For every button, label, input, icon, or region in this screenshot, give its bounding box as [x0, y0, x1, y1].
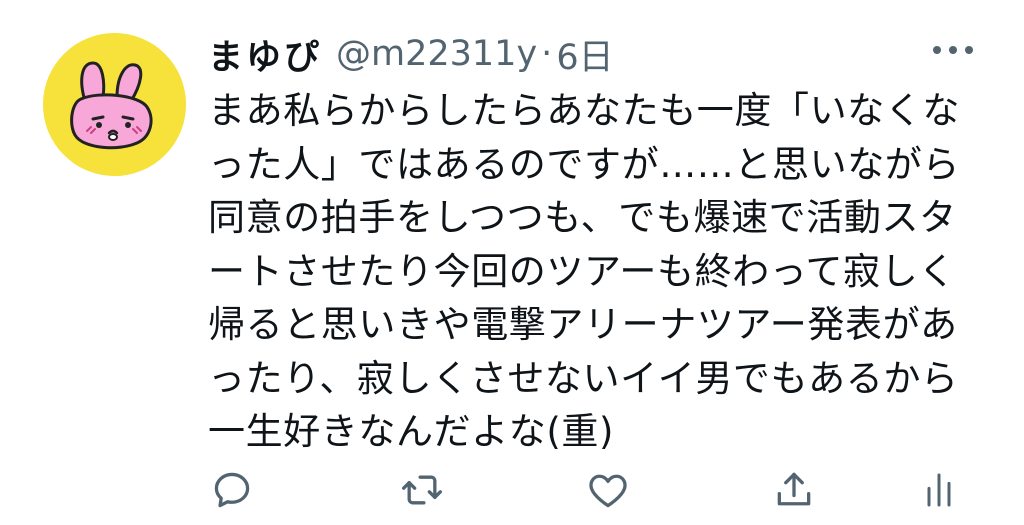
tweet-text-line: ったり、寂しくさせないイイ男でもあるから — [208, 356, 959, 400]
like-icon — [589, 474, 627, 508]
display-name[interactable]: まゆぴ — [208, 29, 322, 80]
user-handle[interactable]: @m22311y — [336, 34, 537, 74]
more-dots-icon — [933, 46, 973, 54]
reply-button[interactable] — [208, 466, 256, 514]
tweet-text-line: 帰ると思いきや電撃アリーナツアー発表があ — [208, 303, 958, 346]
share-icon — [777, 472, 811, 506]
views-button[interactable] — [915, 466, 963, 514]
retweet-button[interactable] — [398, 466, 446, 514]
separator: · — [541, 34, 553, 74]
tweet-text-line: 一生好きなんだよな(重) — [208, 410, 615, 453]
more-options-button[interactable] — [928, 30, 978, 70]
timestamp[interactable]: 6日 — [556, 29, 613, 80]
avatar[interactable] — [43, 33, 186, 176]
tweet-text-line: った人」ではあるのですが……と思いながら — [208, 142, 960, 186]
pink-bunny-avatar — [43, 33, 186, 176]
retweet-icon — [402, 475, 442, 505]
tweet-header: まゆぴ @m22311y · 6日 — [208, 28, 614, 80]
like-button[interactable] — [584, 466, 632, 514]
reply-icon — [214, 472, 250, 508]
tweet-text-line: 同意の拍手をしつつも、でも爆速で活動スタ — [208, 196, 957, 239]
tweet-text-line: ートさせたり今回のツアーも終わって寂しく — [208, 249, 956, 293]
views-icon — [927, 473, 951, 507]
share-button[interactable] — [770, 466, 818, 514]
tweet-text-line: まあ私らからしたらあなたも一度「いなくな — [208, 89, 960, 132]
tweet-text: まあ私らからしたらあなたも一度「いなくな った人」ではあるのですが……と思いなが… — [208, 84, 998, 459]
tweet[interactable]: まゆぴ @m22311y · 6日 まあ私らからしたらあなたも一度「いなくな っ… — [0, 0, 1024, 525]
